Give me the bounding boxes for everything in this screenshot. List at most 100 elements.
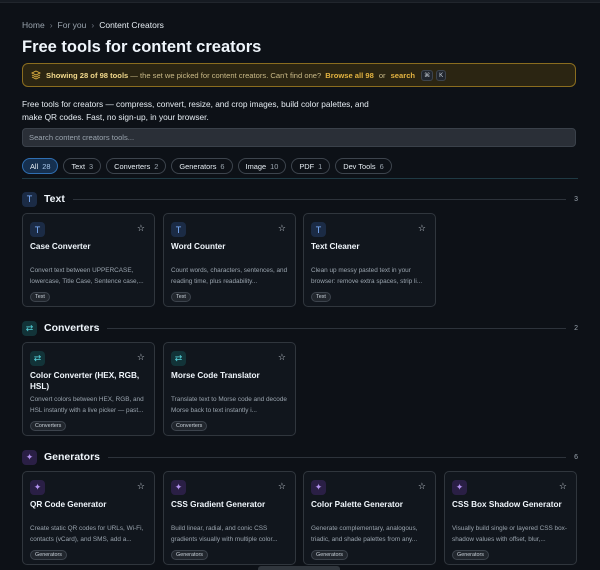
sparkles-icon: ✦	[30, 480, 45, 495]
star-icon[interactable]: ☆	[137, 481, 145, 492]
section-converters-header: ⇄ Converters 2	[22, 320, 578, 336]
tool-card-qr-code[interactable]: ✦ ☆ QR Code Generator Create static QR c…	[22, 471, 155, 565]
card-description: Translate text to Morse code and decode …	[171, 396, 287, 414]
breadcrumb-separator: ›	[91, 20, 95, 30]
card-description: Convert colors between HEX, RGB, and HSL…	[30, 396, 144, 414]
section-generators-header: ✦ Generators 6	[22, 449, 578, 465]
card-title: CSS Gradient Generator	[171, 500, 266, 509]
bottom-handle	[258, 566, 340, 570]
star-icon[interactable]: ☆	[278, 352, 286, 363]
section-rule	[108, 456, 567, 458]
chip-count: 6	[379, 161, 384, 171]
kbd-cmd: ⌘	[421, 69, 434, 81]
card-description: Visually build single or layered CSS box…	[452, 525, 567, 543]
card-description: Count words, characters, sentences, and …	[171, 267, 288, 285]
chip-count: 3	[89, 161, 94, 171]
page-title: Free tools for content creators	[22, 38, 262, 56]
text-icon: T	[171, 222, 186, 237]
chip-label: Generators	[179, 161, 217, 171]
chip-pdf[interactable]: PDF 1	[291, 158, 331, 174]
tool-card-word-counter[interactable]: T ☆ Word Counter Count words, characters…	[163, 213, 296, 307]
star-icon[interactable]: ☆	[559, 481, 567, 492]
top-bar	[0, 0, 600, 3]
tool-card-color-palette[interactable]: ✦ ☆ Color Palette Generator Generate com…	[303, 471, 436, 565]
section-count: 2	[574, 324, 578, 332]
card-tag: Converters	[171, 421, 208, 431]
arrows-swap-icon: ⇄	[22, 320, 37, 336]
star-icon[interactable]: ☆	[278, 481, 286, 492]
breadcrumb-for-you[interactable]: For you	[58, 20, 87, 30]
breadcrumb-home[interactable]: Home	[22, 20, 45, 30]
chip-text[interactable]: Text 3	[63, 158, 102, 174]
star-icon[interactable]: ☆	[418, 481, 426, 492]
text-icon: T	[311, 222, 326, 237]
breadcrumb-current: Content Creators	[99, 20, 164, 30]
card-title: Word Counter	[171, 242, 226, 251]
card-tag: Converters	[30, 421, 67, 431]
card-tag: Text	[311, 292, 331, 302]
section-title: Generators	[44, 451, 101, 463]
chip-label: Image	[245, 161, 267, 171]
tool-card-color-converter[interactable]: ⇄ ☆ Color Converter (HEX, RGB, HSL) Conv…	[22, 342, 155, 436]
info-banner: Showing 28 of 98 tools — the set we pick…	[22, 63, 576, 87]
card-tag: Generators	[311, 550, 348, 560]
search-box[interactable]	[22, 128, 576, 147]
star-icon[interactable]: ☆	[137, 223, 145, 234]
sparkles-icon: ✦	[22, 449, 37, 465]
chip-label: Text	[71, 161, 86, 171]
section-title: Text	[44, 193, 65, 205]
card-title: Morse Code Translator	[171, 371, 260, 380]
search-link[interactable]: search	[391, 71, 416, 80]
banner-or: or	[378, 70, 386, 80]
star-icon[interactable]: ☆	[418, 223, 426, 234]
chip-count: 28	[42, 161, 51, 171]
divider	[22, 178, 578, 179]
card-title: Color Converter (HEX, RGB, HSL)	[30, 371, 140, 391]
arrows-swap-icon: ⇄	[171, 351, 186, 366]
section-text-header: T Text 3	[22, 191, 578, 207]
card-title: QR Code Generator	[30, 500, 107, 509]
card-tag: Generators	[452, 550, 489, 560]
star-icon[interactable]: ☆	[137, 352, 145, 363]
category-filter: All 28 Text 3 Converters 2 Generators 6 Imag…	[22, 158, 392, 174]
breadcrumb-separator: ›	[49, 20, 53, 30]
card-tag: Generators	[171, 550, 208, 560]
text-icon: T	[30, 222, 45, 237]
kbd-k: K	[436, 69, 447, 81]
card-tag: Text	[30, 292, 50, 302]
chip-count: 10	[270, 161, 279, 171]
chip-dev-tools[interactable]: Dev Tools 6	[335, 158, 392, 174]
sparkles-icon: ✦	[171, 480, 186, 495]
card-description: Create static QR codes for URLs, Wi-Fi, …	[30, 525, 144, 543]
card-title: Text Cleaner	[311, 242, 360, 251]
star-icon[interactable]: ☆	[278, 223, 286, 234]
chip-generators[interactable]: Generators 6	[171, 158, 233, 174]
tool-card-case-converter[interactable]: T ☆ Case Converter Convert text between …	[22, 213, 155, 307]
chip-label: Dev Tools	[343, 161, 376, 171]
card-description: Generate complementary, analogous, triad…	[311, 525, 418, 543]
card-tag: Generators	[30, 550, 67, 560]
card-tag: Text	[171, 292, 191, 302]
chip-label: All	[30, 161, 39, 171]
text-icon: T	[22, 191, 37, 207]
chip-all[interactable]: All 28	[22, 158, 59, 174]
search-input[interactable]	[29, 133, 575, 142]
tool-card-box-shadow[interactable]: ✦ ☆ CSS Box Shadow Generator Visually bu…	[444, 471, 577, 565]
chip-label: Converters	[114, 161, 151, 171]
chip-count: 2	[154, 161, 159, 171]
banner-text: — the set we picked for content creators…	[130, 70, 322, 80]
section-rule	[107, 327, 567, 329]
section-count: 3	[574, 195, 578, 203]
chip-count: 6	[220, 161, 225, 171]
tool-card-morse-code[interactable]: ⇄ ☆ Morse Code Translator Translate text…	[163, 342, 296, 436]
chip-count: 1	[318, 161, 323, 171]
chip-image[interactable]: Image 10	[237, 158, 287, 174]
section-title: Converters	[44, 322, 100, 334]
browse-all-link[interactable]: Browse all 98	[325, 71, 374, 80]
card-description: Convert text between UPPERCASE, lowercas…	[30, 267, 144, 285]
tool-card-css-gradient[interactable]: ✦ ☆ CSS Gradient Generator Build linear,…	[163, 471, 296, 565]
card-title: Color Palette Generator	[311, 500, 403, 509]
chip-converters[interactable]: Converters 2	[106, 158, 167, 174]
section-rule	[72, 198, 567, 200]
tool-card-text-cleaner[interactable]: T ☆ Text Cleaner Clean up messy pasted t…	[303, 213, 436, 307]
